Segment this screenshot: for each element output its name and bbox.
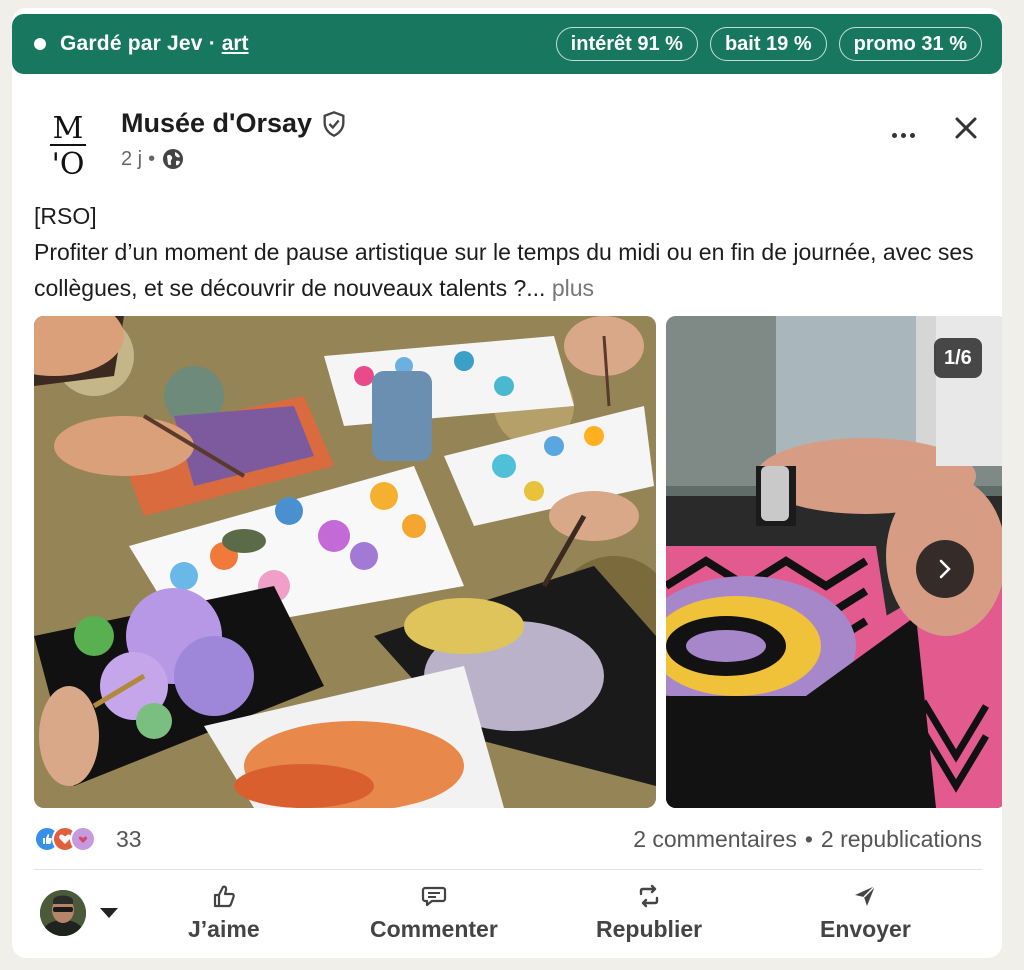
repost-icon — [639, 884, 659, 908]
svg-text:'O: 'O — [52, 147, 85, 178]
bait-score-badge: bait 19 % — [709, 27, 827, 61]
like-label: J’aime — [188, 916, 260, 942]
post-tag: [RSO] — [34, 203, 97, 229]
curation-banner: Gardé par Jev · art intérêt 91 % bait 19… — [12, 14, 1002, 74]
chevron-right-icon — [939, 559, 951, 579]
post-text: [RSO] Profiter d’un moment de pause arti… — [34, 198, 984, 306]
image-carousel: 1/6 — [34, 316, 1002, 808]
svg-text:M: M — [53, 111, 84, 146]
actor-switcher[interactable] — [40, 890, 118, 936]
social-stats: 33 2 commentaires • 2 republications — [34, 822, 982, 858]
user-avatar[interactable] — [40, 890, 86, 936]
repost-label: Republier — [596, 916, 703, 942]
post-header: M 'O Musée d'Orsay 2 j • — [12, 98, 1002, 188]
interest-score-badge: intérêt 91 % — [555, 27, 698, 61]
comment-button[interactable]: Commenter — [370, 882, 498, 943]
support-reaction-icon — [70, 826, 96, 852]
post-age: 2 j — [121, 147, 143, 170]
actions-divider — [34, 869, 982, 870]
topic-link[interactable]: art — [222, 32, 249, 56]
send-button[interactable]: Envoyer — [820, 882, 911, 943]
engagement-links: 2 commentaires • 2 republications — [633, 826, 982, 853]
repost-button[interactable]: Republier — [596, 882, 702, 943]
status-dot-icon — [34, 38, 46, 50]
reposts-count-link[interactable]: 2 republications — [821, 826, 982, 853]
reactions-count[interactable]: 33 — [116, 826, 142, 853]
see-more-link[interactable]: plus — [552, 275, 594, 301]
comment-icon — [421, 886, 447, 907]
post-meta: 2 j • — [121, 147, 185, 171]
feed-post-card: Gardé par Jev · art intérêt 91 % bait 19… — [12, 8, 1002, 958]
send-icon — [855, 885, 876, 906]
kept-by-label: Gardé par Jev — [60, 32, 203, 55]
author-name-link[interactable]: Musée d'Orsay — [121, 108, 348, 139]
reactions-icons[interactable] — [34, 826, 96, 852]
caret-down-icon[interactable] — [100, 908, 118, 918]
like-button[interactable]: J’aime — [188, 882, 260, 943]
more-options-icon[interactable] — [886, 120, 920, 150]
musee-orsay-logo[interactable]: M 'O — [46, 108, 90, 178]
score-pills: intérêt 91 % bait 19 % promo 31 % — [555, 27, 982, 61]
author-name[interactable]: Musée d'Orsay — [121, 108, 312, 139]
verified-shield-icon — [323, 110, 345, 137]
globe-icon — [163, 149, 184, 169]
promo-score-badge: promo 31 % — [838, 27, 982, 61]
carousel-image-painting-workshop[interactable] — [34, 316, 656, 808]
close-icon[interactable] — [954, 116, 978, 140]
carousel-next-button[interactable] — [916, 540, 974, 598]
comments-count-link[interactable]: 2 commentaires — [633, 826, 797, 853]
carousel-counter: 1/6 — [934, 338, 982, 378]
comment-label: Commenter — [370, 916, 498, 942]
post-actions-bar: J’aime Commenter Republier Envoyer — [12, 874, 1002, 958]
send-label: Envoyer — [820, 916, 911, 942]
stats-bullet: • — [804, 826, 813, 852]
post-body-text: Profiter d’un moment de pause artistique… — [34, 239, 974, 301]
banner-separator: · — [208, 32, 216, 55]
thumbs-up-icon — [213, 885, 235, 908]
post-body: Profiter d’un moment de pause artistique… — [34, 234, 984, 306]
meta-dot: • — [148, 147, 156, 170]
